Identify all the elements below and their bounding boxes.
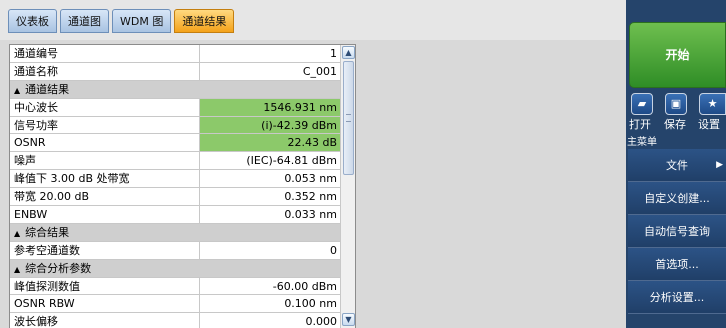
results-table: 通道编号 1 通道名称 C_001 ▲ 通道结果中心波长 1546.931 nm 信号功率 (i… [10, 45, 340, 328]
chevron-down-icon: ▼ [345, 315, 352, 324]
tab-dashboard[interactable]: 仪表板 [8, 9, 57, 33]
row-value: (IEC)-64.81 dBm [246, 154, 337, 168]
menu-item-label: 自动信号查询 [644, 225, 710, 238]
save-label: 保存 [664, 118, 686, 131]
start-button[interactable]: 开始 [629, 22, 726, 88]
table-row: 中心波长 1546.931 nm [10, 98, 340, 117]
row-value: (i)-42.39 dBm [200, 116, 340, 134]
floppy-save-icon: ▣ [670, 97, 682, 110]
chevron-right-icon: ▶ [716, 160, 723, 170]
save-button[interactable]: ▣ [665, 93, 687, 115]
main-menu-header: 主菜单 [627, 137, 657, 148]
row-label: 噪声 [10, 152, 200, 170]
scroll-down-button[interactable]: ▼ [342, 313, 355, 326]
star-icon: ★ [707, 97, 718, 110]
table-row: 带宽 20.00 dB 0.352 nm [10, 188, 340, 207]
row-label: 信号功率 [10, 116, 200, 134]
row-value: -60.00 dBm [272, 279, 337, 293]
menu-item[interactable]: 文件 ▶ [628, 149, 726, 182]
scroll-up-button[interactable]: ▲ [342, 46, 355, 59]
row-label: 波长偏移 [10, 313, 200, 328]
menu-item-label: 首选项... [655, 258, 699, 271]
chevron-up-icon: ▲ [345, 48, 352, 57]
tab-bar: 仪表板 通道图 WDM 图 通道结果 [0, 0, 626, 40]
row-value [200, 224, 340, 241]
tab-strip: 仪表板 通道图 WDM 图 通道结果 [8, 9, 237, 33]
table-row: 峰值探测数值 -60.00 dBm [10, 277, 340, 296]
vertical-scrollbar[interactable]: ▲ ▼ [340, 45, 355, 328]
scroll-thumb[interactable] [343, 61, 354, 175]
folder-open-icon: ▰ [637, 97, 647, 110]
row-label: 参考空通道数 [10, 241, 200, 259]
settings-label: 设置 [698, 118, 720, 131]
main-menu: 文件 ▶ 自定义创建... 自动信号查询 首选项... 分析设置... [628, 149, 726, 314]
collapse-arrow-icon[interactable]: ▲ [14, 229, 20, 238]
tab-channel-graph[interactable]: 通道图 [60, 9, 109, 33]
section-header-row[interactable]: ▲ 综合分析参数 [10, 259, 340, 278]
table-row: OSNR 22.43 dB [10, 134, 340, 153]
row-value: 0.000 [305, 315, 338, 328]
section-label: 综合结果 [25, 225, 70, 239]
row-value: 0.053 nm [284, 172, 337, 186]
row-value: C_001 [302, 64, 337, 78]
section-header-row[interactable]: ▲ 通道结果 [10, 80, 340, 99]
section-label: 通道结果 [25, 82, 70, 96]
menu-item[interactable]: 分析设置... [628, 281, 726, 314]
settings-button[interactable]: ★ [699, 93, 726, 115]
row-value [200, 260, 340, 277]
table-row: 峰值下 3.00 dB 处带宽 0.053 nm [10, 170, 340, 189]
table-row: 通道名称 C_001 [10, 62, 340, 81]
section-title: ▲ 综合结果 [10, 224, 200, 241]
collapse-arrow-icon[interactable]: ▲ [14, 265, 20, 274]
scroll-grip-icon [346, 114, 351, 122]
section-header-row[interactable]: ▲ 综合结果 [10, 223, 340, 242]
open-button[interactable]: ▰ [631, 93, 653, 115]
table-row: 波长偏移 0.000 [10, 313, 340, 328]
menu-item-label: 自定义创建... [644, 192, 710, 205]
row-value: 1 [330, 47, 337, 60]
menu-item-label: 文件 [666, 159, 688, 172]
row-value: 22.43 dB [200, 134, 340, 152]
section-title: ▲ 通道结果 [10, 81, 200, 98]
menu-item[interactable]: 首选项... [628, 248, 726, 281]
table-row: OSNR RBW 0.100 nm [10, 295, 340, 314]
menu-item-label: 分析设置... [649, 291, 705, 304]
row-value: 0 [330, 243, 337, 257]
row-label: 峰值探测数值 [10, 277, 200, 295]
row-label: OSNR [10, 134, 200, 152]
row-value: 0.352 nm [284, 190, 337, 204]
tab-wdm-graph[interactable]: WDM 图 [112, 9, 172, 33]
row-label: 中心波长 [10, 98, 200, 116]
row-label: 峰值下 3.00 dB 处带宽 [10, 170, 200, 188]
row-label: OSNR RBW [10, 295, 200, 313]
row-value: 0.033 nm [284, 208, 337, 222]
row-label: ENBW [10, 206, 200, 223]
section-label: 综合分析参数 [25, 261, 92, 275]
section-title: ▲ 综合分析参数 [10, 260, 200, 277]
row-label: 通道编号 [10, 45, 200, 62]
row-label: 带宽 20.00 dB [10, 188, 200, 206]
menu-item[interactable]: 自定义创建... [628, 182, 726, 215]
table-row: 噪声 (IEC)-64.81 dBm [10, 152, 340, 171]
results-panel: 通道编号 1 通道名称 C_001 ▲ 通道结果中心波长 1546.931 nm 信号功率 (i… [9, 44, 356, 328]
row-value: 0.100 nm [284, 297, 337, 311]
row-value: 1546.931 nm [200, 98, 340, 116]
table-row: 通道编号 1 [10, 45, 340, 63]
table-row: 参考空通道数 0 [10, 241, 340, 260]
menu-item[interactable]: 自动信号查询 [628, 215, 726, 248]
table-row: ENBW 0.033 nm [10, 206, 340, 224]
row-label: 通道名称 [10, 62, 200, 80]
open-label: 打开 [629, 118, 651, 131]
collapse-arrow-icon[interactable]: ▲ [14, 86, 20, 95]
table-row: 信号功率 (i)-42.39 dBm [10, 116, 340, 135]
tab-channel-results[interactable]: 通道结果 [174, 9, 235, 33]
row-value [200, 81, 340, 98]
